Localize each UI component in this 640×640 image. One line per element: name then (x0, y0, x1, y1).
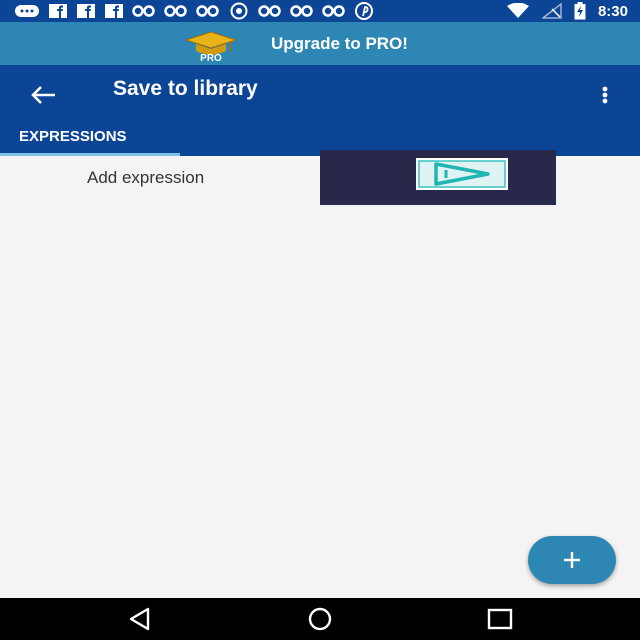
pro-badge-label: PRO (200, 53, 222, 62)
upgrade-label: Upgrade to PRO! (271, 34, 408, 53)
tab-expressions-label: EXPRESSIONS (19, 128, 127, 145)
notification-icon (196, 3, 220, 19)
add-expression-button[interactable]: Add expression (87, 168, 204, 188)
notification-icon (258, 3, 282, 19)
graduation-cap-icon: PRO (184, 31, 238, 62)
add-fab-button[interactable] (528, 536, 616, 584)
recents-square-icon[interactable] (480, 606, 520, 632)
bbm-icon (228, 2, 250, 20)
app-bar: Save to library EXPRESSIONS (0, 65, 640, 156)
expressions-content: Add expression (0, 150, 640, 598)
pinterest-icon (354, 2, 374, 20)
facebook-icon (48, 3, 68, 19)
notification-icon (164, 3, 188, 19)
arrow-left-icon[interactable] (24, 75, 64, 115)
no-signal-icon (541, 3, 562, 19)
status-bar-notifications (0, 2, 374, 20)
more-vert-icon[interactable] (592, 77, 618, 113)
tab-expressions[interactable]: EXPRESSIONS (0, 117, 180, 156)
status-bar-system: 8:30 (506, 2, 640, 20)
battery-charging-icon (574, 2, 586, 20)
facebook-icon (104, 3, 124, 19)
play-logo-icon (416, 158, 508, 190)
back-triangle-icon[interactable] (120, 606, 160, 632)
status-bar: 8:30 (0, 0, 640, 22)
chat-bubble-icon (14, 3, 40, 19)
page-title: Save to library (113, 77, 258, 100)
wifi-icon (506, 3, 530, 19)
status-clock: 8:30 (597, 2, 628, 20)
home-circle-icon[interactable] (300, 606, 340, 632)
upgrade-pro-banner[interactable]: PRO Upgrade to PRO! (0, 22, 640, 65)
facebook-icon (76, 3, 96, 19)
notification-icon (322, 3, 346, 19)
plus-icon (564, 552, 580, 568)
notification-icon (290, 3, 314, 19)
ad-banner[interactable] (320, 150, 556, 205)
notification-icon (132, 3, 156, 19)
system-nav-bar (0, 598, 640, 640)
